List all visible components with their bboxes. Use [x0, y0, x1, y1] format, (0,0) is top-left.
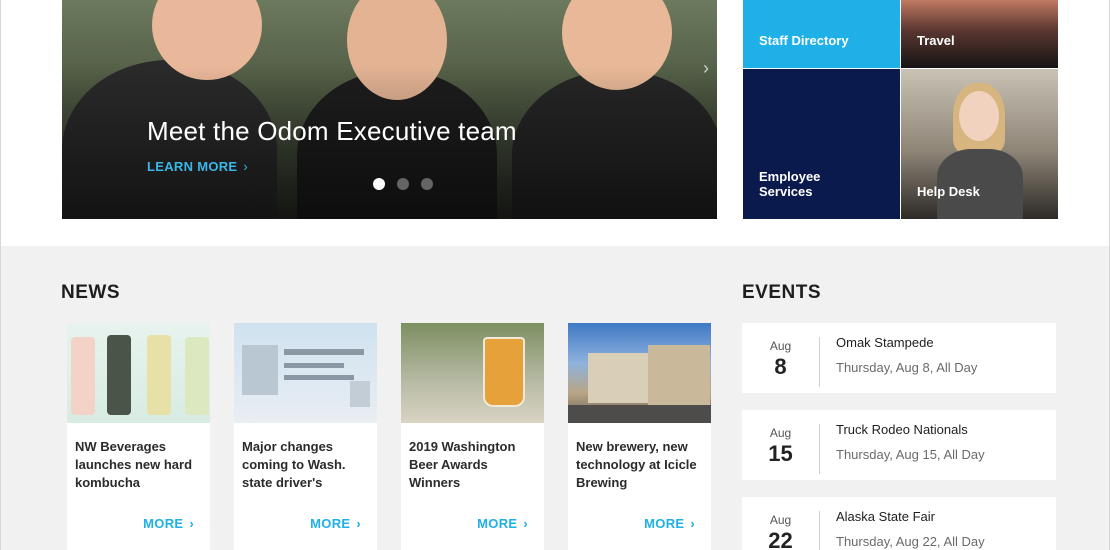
event-month: Aug — [769, 513, 792, 527]
event-month: Aug — [769, 339, 792, 353]
news-headline: Major changes coming to Wash. state driv… — [242, 439, 346, 490]
more-label: MORE — [143, 516, 184, 531]
carousel-next-arrow-icon[interactable]: › — [703, 58, 709, 79]
chevron-right-icon: › — [356, 516, 361, 531]
carousel-dot-1[interactable] — [373, 178, 385, 190]
event-date: Aug 22 — [742, 513, 819, 550]
news-card[interactable]: Major changes coming to Wash. state driv… — [234, 323, 377, 550]
carousel-dot-3[interactable] — [421, 178, 433, 190]
news-more-link[interactable]: MORE › — [477, 516, 528, 531]
tile-travel[interactable]: Travel — [901, 0, 1058, 68]
event-when: Thursday, Aug 15, All Day — [836, 447, 985, 462]
event-item[interactable]: Aug 15 Truck Rodeo Nationals Thursday, A… — [742, 410, 1056, 480]
divider — [819, 511, 820, 550]
chevron-right-icon: › — [690, 516, 695, 531]
news-card-image — [568, 323, 711, 423]
more-label: MORE — [310, 516, 351, 531]
divider — [819, 337, 820, 387]
news-card-image — [67, 323, 210, 423]
tile-label: Employee Services — [759, 169, 821, 199]
news-more-link[interactable]: MORE › — [143, 516, 194, 531]
carousel-dot-2[interactable] — [397, 178, 409, 190]
tile-employee-services[interactable]: Employee Services — [743, 69, 900, 219]
event-when: Thursday, Aug 8, All Day — [836, 360, 978, 375]
event-month: Aug — [769, 426, 792, 440]
content-section: NEWS EVENTS NW Beverages launches new ha… — [1, 246, 1109, 550]
divider — [819, 424, 820, 474]
news-headline: NW Beverages launches new hard kombucha — [75, 439, 193, 490]
news-card[interactable]: New brewery, new technology at Icicle Br… — [568, 323, 711, 550]
news-card[interactable]: NW Beverages launches new hard kombucha … — [67, 323, 210, 550]
learn-more-label: LEARN MORE — [147, 159, 238, 174]
learn-more-link[interactable]: LEARN MORE › — [147, 159, 248, 174]
event-name: Alaska State Fair — [836, 509, 935, 524]
news-headline: New brewery, new technology at Icicle Br… — [576, 439, 697, 490]
hero-carousel[interactable]: Meet the Odom Executive team LEARN MORE … — [62, 0, 717, 219]
chevron-right-icon: › — [189, 516, 194, 531]
tile-label: Travel — [917, 33, 955, 48]
news-more-link[interactable]: MORE › — [644, 516, 695, 531]
news-headline: 2019 Washington Beer Awards Winners — [409, 439, 516, 490]
event-when: Thursday, Aug 22, All Day — [836, 534, 985, 549]
event-day: 8 — [774, 354, 787, 379]
news-more-link[interactable]: MORE › — [310, 516, 361, 531]
tile-staff-directory[interactable]: Staff Directory — [743, 0, 900, 68]
event-date: Aug 15 — [742, 426, 819, 467]
news-card[interactable]: 2019 Washington Beer Awards Winners MORE… — [401, 323, 544, 550]
event-date: Aug 8 — [742, 339, 819, 380]
news-card-image — [401, 323, 544, 423]
event-day: 15 — [768, 441, 793, 466]
event-item[interactable]: Aug 22 Alaska State Fair Thursday, Aug 2… — [742, 497, 1056, 550]
tile-help-desk[interactable]: Help Desk — [901, 69, 1058, 219]
event-day: 22 — [768, 528, 793, 550]
events-heading: EVENTS — [742, 282, 822, 303]
hero-title: Meet the Odom Executive team — [147, 116, 517, 146]
event-name: Omak Stampede — [836, 335, 934, 350]
news-heading: NEWS — [61, 282, 120, 303]
more-label: MORE — [477, 516, 518, 531]
tile-label: Help Desk — [917, 184, 980, 199]
news-card-image — [234, 323, 377, 423]
chevron-right-icon: › — [243, 159, 249, 174]
page: Meet the Odom Executive team LEARN MORE … — [0, 0, 1110, 550]
more-label: MORE — [644, 516, 685, 531]
event-item[interactable]: Aug 8 Omak Stampede Thursday, Aug 8, All… — [742, 323, 1056, 393]
chevron-right-icon: › — [523, 516, 528, 531]
carousel-dots — [373, 178, 433, 190]
tile-label: Staff Directory — [759, 33, 849, 48]
event-name: Truck Rodeo Nationals — [836, 422, 968, 437]
